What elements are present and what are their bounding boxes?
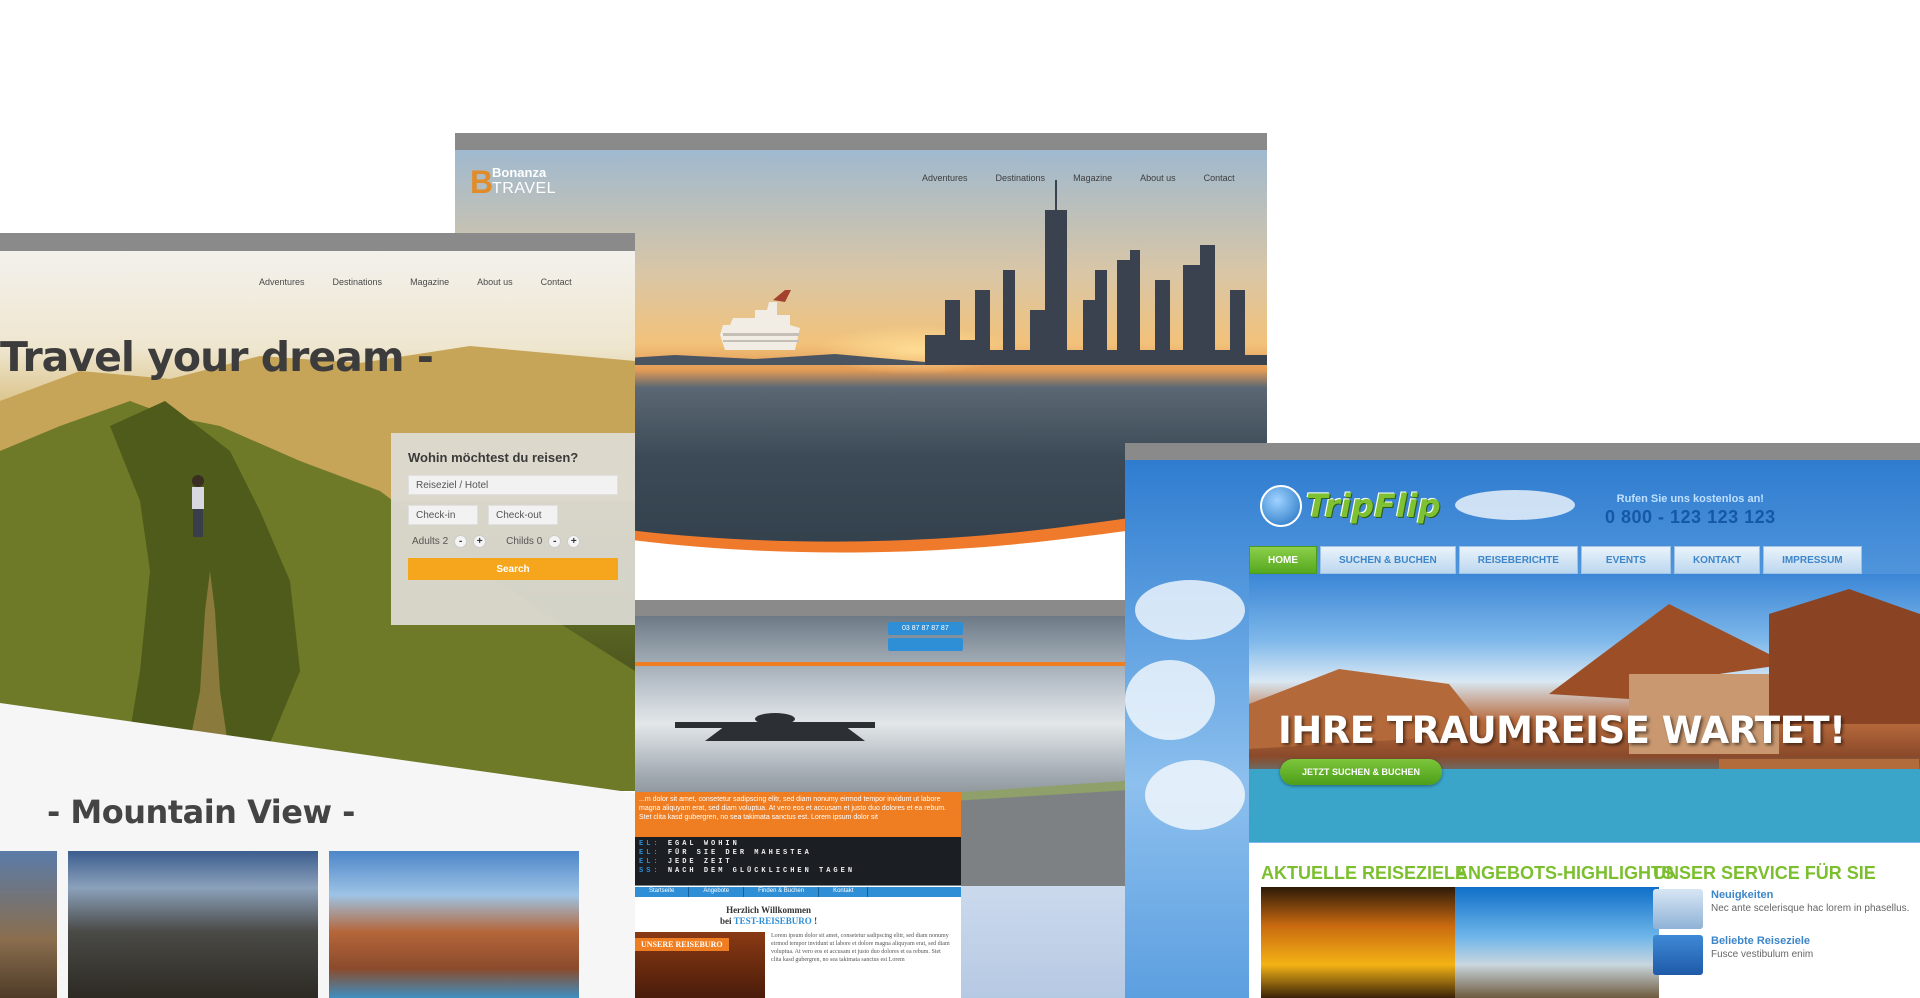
adults-minus-button[interactable]: - <box>454 535 468 548</box>
nav-adventures[interactable]: Adventures <box>922 173 968 183</box>
board-row: EL: JEDE ZEIT <box>639 858 733 866</box>
childs-minus-button[interactable]: - <box>548 535 562 548</box>
tab-kontakt[interactable]: KONTAKT <box>1673 546 1761 574</box>
window-bar <box>455 133 1267 150</box>
childs-label: Childs 0 <box>506 536 543 547</box>
booking-panel: Wohin möchtest du reisen? Reiseziel / Ho… <box>391 433 635 625</box>
window-bar <box>1125 443 1920 460</box>
orange-divider <box>635 662 1195 666</box>
checkout-input[interactable]: Check-out <box>488 505 558 525</box>
logo-text: TripFlip <box>1306 487 1441 525</box>
nav-kontakt[interactable]: Kontakt <box>819 887 869 897</box>
bonanza-nav: Adventures Destinations Magazine About u… <box>922 173 1235 183</box>
newspaper-icon <box>1653 889 1703 929</box>
thumbnail-mountain-hotel[interactable] <box>68 851 318 998</box>
welcome-heading: Herzlich Willkommen bei TEST-REISEBURO ! <box>720 905 818 926</box>
window-bar <box>0 233 635 251</box>
hero-title: Travel your dream - <box>0 333 434 381</box>
checkin-input[interactable]: Check-in <box>408 505 478 525</box>
reise-nav: Startseite Angebote Finden & Buchen Kont… <box>635 887 961 897</box>
dolphin-logo-icon <box>1260 485 1302 527</box>
departure-board: EL: EGAL WOHIN EL: FÜR SIE DER MAHESTEA … <box>635 837 961 885</box>
destination-input[interactable]: Reiseziel / Hotel <box>408 475 618 495</box>
travel-nav: Adventures Destinations Magazine About u… <box>259 277 572 287</box>
nav-contact[interactable]: Contact <box>1204 173 1235 183</box>
mail-badge[interactable] <box>888 638 963 651</box>
tab-events[interactable]: EVENTS <box>1580 546 1671 574</box>
nav-magazine[interactable]: Magazine <box>1073 173 1112 183</box>
nav-angebote[interactable]: Angebote <box>689 887 745 897</box>
nav-contact[interactable]: Contact <box>541 277 572 287</box>
section-aktuelle-reiseziele: AKTUELLE REISEZIELE <box>1261 863 1468 883</box>
tab-home[interactable]: HOME <box>1249 546 1317 574</box>
tripflip-lower-content: AKTUELLE REISEZIELE ANGEBOTS-HIGHLIGHTS … <box>1249 843 1920 998</box>
section-title: - Mountain View - <box>47 793 355 831</box>
nav-about-us[interactable]: About us <box>477 277 513 287</box>
service-item[interactable]: Neuigkeiten Nec ante scelerisque hac lore… <box>1653 889 1909 929</box>
service-title: Neuigkeiten <box>1711 889 1774 901</box>
logo-line2: TRAVEL <box>492 180 557 197</box>
service-item[interactable]: Beliebte Reiseziele Fusce vestibulum enim <box>1653 935 1813 975</box>
nav-destinations[interactable]: Destinations <box>333 277 383 287</box>
guest-counters: Adults 2 - + Childs 0 - + <box>408 535 618 548</box>
tripflip-screenshot: TripFlip Rufen Sie uns kostenlos an! 0 8… <box>1125 443 1920 998</box>
travel-dream-screenshot: Adventures Destinations Magazine About u… <box>0 233 635 998</box>
tab-suchen-buchen[interactable]: SUCHEN & BUCHEN <box>1320 546 1456 574</box>
section-unser-service: UNSER SERVICE FÜR SIE <box>1653 863 1876 883</box>
tab-impressum[interactable]: IMPRESSUM <box>1763 546 1862 574</box>
hero-headline: IHRE TRAUMREISE WARTET! <box>1278 709 1846 752</box>
unsere-label: UNSERE REISEBURO <box>635 938 729 951</box>
service-text: Nec ante scelerisque hac lorem in phasel… <box>1711 903 1910 914</box>
tab-reiseberichte[interactable]: REISEBERICHTE <box>1458 546 1578 574</box>
service-text: Fusce vestibulum enim <box>1711 949 1814 960</box>
tripflip-tabs: HOME SUCHEN & BUCHEN REISEBERICHTE EVENT… <box>1249 546 1862 574</box>
bus-icon <box>1653 935 1703 975</box>
nav-destinations[interactable]: Destinations <box>996 173 1046 183</box>
nav-about-us[interactable]: About us <box>1140 173 1176 183</box>
board-row: SS: NACH DEM GLÜCKLICHEN TAGEN <box>639 867 856 875</box>
childs-plus-button[interactable]: + <box>567 535 581 548</box>
nav-startseite[interactable]: Startseite <box>635 887 690 897</box>
booking-heading: Wohin möchtest du reisen? <box>408 450 579 465</box>
adults-plus-button[interactable]: + <box>473 535 487 548</box>
reiseburo-screenshot: 03 87 87 87 87 ...m dolor sit amet, cons… <box>635 600 1195 998</box>
reise-content: Herzlich Willkommen bei TEST-REISEBURO !… <box>635 897 961 998</box>
search-book-button[interactable]: JETZT SUCHEN & BUCHEN <box>1280 759 1443 785</box>
search-button[interactable]: Search <box>408 558 618 580</box>
hero-image-resort <box>1249 574 1920 842</box>
hotline-number[interactable]: 0 800 - 123 123 123 <box>1605 507 1776 528</box>
nav-magazine[interactable]: Magazine <box>410 277 449 287</box>
beach-hut-image[interactable] <box>1455 887 1659 998</box>
phone-badge[interactable]: 03 87 87 87 87 <box>888 622 963 635</box>
tripflip-logo[interactable]: TripFlip <box>1260 485 1441 527</box>
hotline-label: Rufen Sie uns kostenlos an! <box>1616 493 1764 505</box>
unsere-reiseburo-image: UNSERE REISEBURO <box>635 932 765 998</box>
intro-orange-box: ...m dolor sit amet, consetetur sadipsci… <box>635 792 961 837</box>
welcome-text: Lorem ipsum dolor sit amet, consetetur s… <box>771 933 950 963</box>
section-angebots-highlights: ANGEBOTS-HIGHLIGHTS <box>1455 863 1674 883</box>
resort-scene <box>1249 589 1920 842</box>
bonanza-logo[interactable]: B Bonanza TRAVEL <box>470 165 556 198</box>
hotline: Rufen Sie uns kostenlos an! 0 800 - 123 … <box>1605 493 1776 528</box>
logo-b-icon: B <box>470 163 494 200</box>
board-row: EL: FÜR SIE DER MAHESTEA <box>639 849 812 857</box>
thumbnail-lodge[interactable] <box>0 851 57 998</box>
logo-line1: Bonanza <box>492 165 547 180</box>
adults-label: Adults 2 <box>412 536 449 547</box>
thumbnail-desert-resort[interactable] <box>329 851 579 998</box>
window-bar <box>635 600 1195 616</box>
board-row: EL: EGAL WOHIN <box>639 840 740 848</box>
service-title: Beliebte Reiseziele <box>1711 935 1811 947</box>
sunset-palm-image[interactable] <box>1261 887 1465 998</box>
nav-adventures[interactable]: Adventures <box>259 277 305 287</box>
nav-finden-buchen[interactable]: Finden & Buchen <box>744 887 820 897</box>
